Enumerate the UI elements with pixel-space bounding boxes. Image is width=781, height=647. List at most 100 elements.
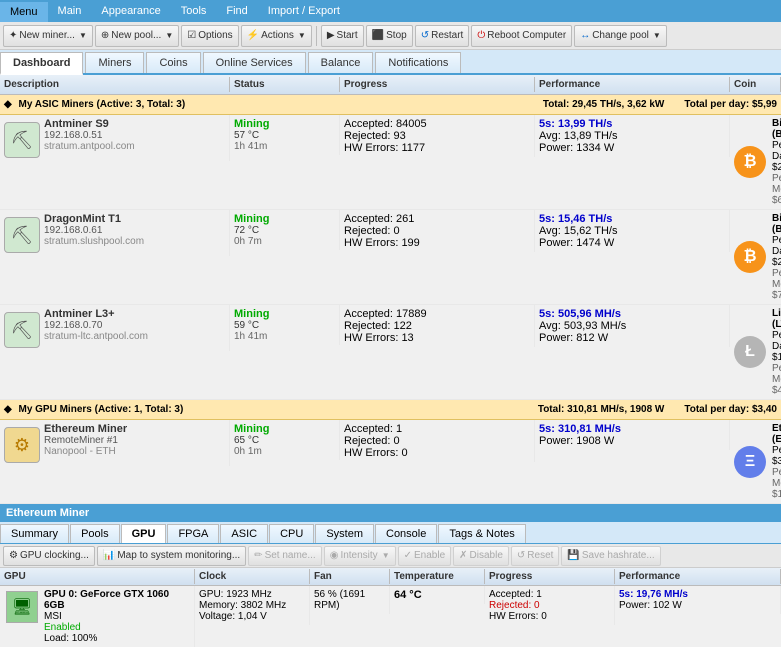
miner-status: Mining 65 °C 0h 1m bbox=[230, 420, 340, 460]
miner-progress: Accepted: 261 Rejected: 0 HW Errors: 199 bbox=[340, 210, 535, 252]
asic-group-header: ◆ My ASIC Miners (Active: 3, Total: 3) T… bbox=[0, 95, 781, 115]
table-row[interactable]: ⚙ Ethereum Miner RemoteMiner #1 Nanopool… bbox=[0, 420, 781, 504]
table-header: Description Status Progress Performance … bbox=[0, 75, 781, 95]
tab-online-services[interactable]: Online Services bbox=[203, 52, 306, 73]
litecoin-icon: Ł bbox=[734, 336, 766, 368]
sub-tab-fpga[interactable]: FPGA bbox=[167, 524, 219, 543]
miner-label: Ethereum Miner bbox=[0, 504, 781, 522]
miner-name: DragonMint T1 bbox=[44, 213, 144, 225]
save-hashrate-button: 💾 Save hashrate... bbox=[561, 546, 660, 566]
status-temp: 65 °C bbox=[234, 435, 335, 446]
sub-tab-gpu[interactable]: GPU bbox=[121, 524, 167, 543]
menu-bar: Menu Main Appearance Tools Find Import /… bbox=[0, 0, 781, 22]
asic-total: Total: 29,45 TH/s, 3,62 kW bbox=[543, 99, 665, 110]
sub-tab-cpu[interactable]: CPU bbox=[269, 524, 314, 543]
start-button[interactable]: ▶ Start bbox=[321, 25, 364, 47]
miner-progress: Accepted: 1 Rejected: 0 HW Errors: 0 bbox=[340, 420, 535, 462]
main-tab-bar: Dashboard Miners Coins Online Services B… bbox=[0, 50, 781, 75]
gpu-progress: Accepted: 1 Rejected: 0 HW Errors: 0 bbox=[485, 586, 615, 625]
table-row[interactable]: ⛏ Antminer S9 192.168.0.51 stratum.antpo… bbox=[0, 115, 781, 210]
enable-icon: ✓ bbox=[404, 550, 412, 561]
actions-button[interactable]: ⚡ Actions ▼ bbox=[241, 25, 312, 47]
menu-item-import-export[interactable]: Import / Export bbox=[258, 0, 350, 22]
tab-balance[interactable]: Balance bbox=[308, 52, 374, 73]
reboot-computer-button[interactable]: ⏻ Reboot Computer bbox=[471, 25, 572, 47]
set-name-icon: ✏ bbox=[254, 550, 262, 561]
gpu-miner-icon: ⚙ bbox=[4, 427, 40, 463]
disable-button: ✗ Disable bbox=[453, 546, 509, 566]
gpu-chip-icon: 🖥 bbox=[6, 591, 38, 623]
tab-coins[interactable]: Coins bbox=[146, 52, 200, 73]
col-progress: Progress bbox=[340, 77, 535, 92]
miner-pool1: RemoteMiner #1 bbox=[44, 435, 127, 446]
col-coin: Coin bbox=[730, 77, 781, 92]
options-button[interactable]: ☑ Options bbox=[181, 25, 238, 47]
new-pool-button[interactable]: ⊕ New pool... ▼ bbox=[95, 25, 179, 47]
reset-icon: ↺ bbox=[517, 550, 525, 561]
status-time: 0h 7m bbox=[234, 236, 335, 247]
gpu-clocking-icon: ⚙ bbox=[9, 550, 18, 561]
change-pool-button[interactable]: ↔ Change pool ▼ bbox=[574, 25, 667, 47]
status-temp: 57 °C bbox=[234, 130, 335, 141]
miner-performance: 5s: 310,81 MH/s Power: 1908 W bbox=[535, 420, 730, 450]
col-performance: Performance bbox=[535, 77, 730, 92]
miner-performance: 5s: 15,46 TH/s Avg: 15,62 TH/s Power: 14… bbox=[535, 210, 730, 252]
new-pool-icon: ⊕ bbox=[101, 30, 109, 41]
save-hashrate-icon: 💾 bbox=[567, 550, 579, 561]
table-row[interactable]: ⛏ Antminer L3+ 192.168.0.70 stratum-ltc.… bbox=[0, 305, 781, 400]
miner-coin: Ξ Ethereum (ETH) Per Day: $3,40 Per Mont… bbox=[730, 420, 781, 503]
change-pool-icon: ↔ bbox=[580, 30, 590, 41]
sub-tab-asic[interactable]: ASIC bbox=[220, 524, 268, 543]
intensity-button: ◉ Intensity ▼ bbox=[324, 546, 396, 566]
menu-item-find[interactable]: Find bbox=[216, 0, 257, 22]
sub-tab-pools[interactable]: Pools bbox=[70, 524, 120, 543]
menu-item-menu[interactable]: Menu bbox=[0, 0, 48, 22]
gpu-col-gpu: GPU bbox=[0, 569, 195, 584]
restart-icon: ↺ bbox=[421, 30, 429, 41]
menu-item-appearance[interactable]: Appearance bbox=[91, 0, 170, 22]
asic-group-expand-icon[interactable]: ◆ bbox=[4, 99, 12, 110]
miner-description: ⛏ Antminer L3+ 192.168.0.70 stratum-ltc.… bbox=[0, 305, 230, 351]
tab-miners[interactable]: Miners bbox=[85, 52, 144, 73]
miner-status: Mining 59 °C 1h 41m bbox=[230, 305, 340, 345]
sub-tab-tags-notes[interactable]: Tags & Notes bbox=[438, 524, 525, 543]
gpu-device-name: GPU 0: GeForce GTX 1060 6GB bbox=[44, 589, 190, 611]
disable-icon: ✗ bbox=[459, 550, 467, 561]
gpu-temp: 64 °C bbox=[390, 586, 485, 604]
gpu-col-temperature: Temperature bbox=[390, 569, 485, 584]
new-miner-icon: ✦ bbox=[9, 30, 17, 41]
miner-name: Antminer L3+ bbox=[44, 308, 148, 320]
new-miner-button[interactable]: ✦ New miner... ▼ bbox=[3, 25, 93, 47]
col-status: Status bbox=[230, 77, 340, 92]
restart-button[interactable]: ↺ Restart bbox=[415, 25, 470, 47]
status-label: Mining bbox=[234, 213, 335, 225]
menu-item-tools[interactable]: Tools bbox=[171, 0, 217, 22]
tab-notifications[interactable]: Notifications bbox=[375, 52, 461, 73]
actions-icon: ⚡ bbox=[247, 30, 259, 41]
miner-coin: ₿ Bitcoin (BTC) Per Day: $2,11 Per Month… bbox=[730, 115, 781, 209]
stop-button[interactable]: ⬛ Stop bbox=[366, 25, 413, 47]
miner-pool: stratum-ltc.antpool.com bbox=[44, 331, 148, 342]
miner-status: Mining 72 °C 0h 7m bbox=[230, 210, 340, 250]
tab-dashboard[interactable]: Dashboard bbox=[0, 52, 83, 75]
gpu-data-row[interactable]: 🖥 GPU 0: GeForce GTX 1060 6GB MSI Enable… bbox=[0, 586, 781, 647]
new-pool-arrow: ▼ bbox=[165, 31, 173, 40]
map-system-icon: 📊 bbox=[103, 550, 115, 561]
miner-coin: ₿ Bitcoin (BTC) Per Day: $2,33 Per Month… bbox=[730, 210, 781, 304]
map-system-button[interactable]: 📊 Map to system monitoring... bbox=[97, 546, 246, 566]
options-icon: ☑ bbox=[187, 30, 196, 41]
sub-tab-system[interactable]: System bbox=[315, 524, 374, 543]
miner-pool2: Nanopool - ETH bbox=[44, 446, 127, 457]
miner-status: Mining 57 °C 1h 41m bbox=[230, 115, 340, 155]
table-row[interactable]: ⛏ DragonMint T1 192.168.0.61 stratum.slu… bbox=[0, 210, 781, 305]
menu-item-main[interactable]: Main bbox=[48, 0, 92, 22]
miner-pool: stratum.antpool.com bbox=[44, 141, 135, 152]
gpu-brand: MSI bbox=[44, 611, 190, 622]
gpu-clocking-button[interactable]: ⚙ GPU clocking... bbox=[3, 546, 95, 566]
miner-description: ⛏ DragonMint T1 192.168.0.61 stratum.slu… bbox=[0, 210, 230, 256]
sub-tab-summary[interactable]: Summary bbox=[0, 524, 69, 543]
reset-button: ↺ Reset bbox=[511, 546, 560, 566]
gpu-group-expand-icon[interactable]: ◆ bbox=[4, 404, 12, 415]
gpu-col-progress: Progress bbox=[485, 569, 615, 584]
sub-tab-console[interactable]: Console bbox=[375, 524, 437, 543]
